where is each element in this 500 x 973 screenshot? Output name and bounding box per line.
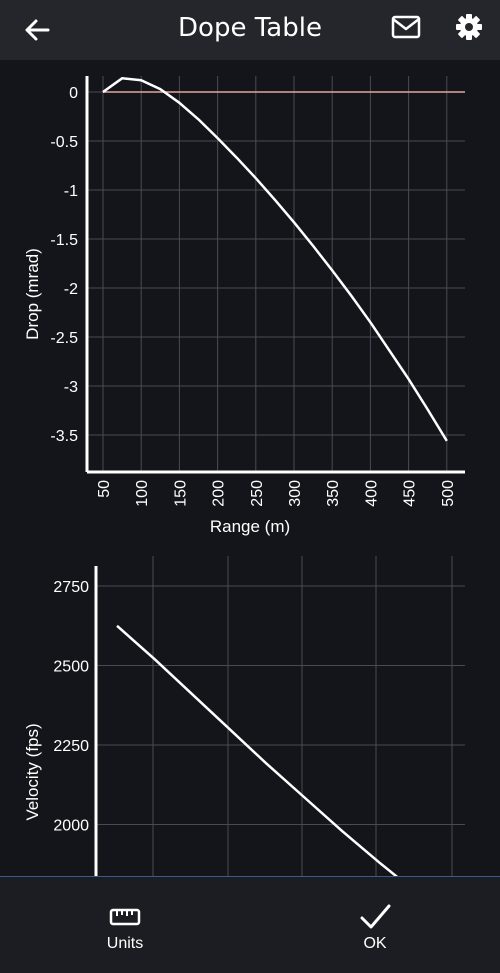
drop-chart-y-tick-label: -1.5: [50, 232, 78, 249]
drop-chart-y-tick-label: -1: [64, 183, 78, 200]
velocity-chart-y-tick-label: 2500: [53, 659, 89, 676]
drop-chart-y-tick-label: 0: [69, 85, 78, 102]
drop-chart-y-tick-label: -2: [64, 281, 78, 298]
velocity-chart-y-tick-label: 2750: [53, 579, 89, 596]
checkmark-icon: [360, 904, 391, 929]
drop-chart-y-tick-label: -0.5: [50, 134, 78, 151]
drop-chart: 0 -0.5 -1 -1.5 -2 -2.5 -3 -3.5 50 100 150 200 250 300…: [0, 62, 500, 542]
drop-chart-x-tick-label: 150: [172, 480, 189, 507]
ok-button[interactable]: OK: [315, 887, 435, 967]
settings-button[interactable]: [450, 8, 488, 46]
velocity-chart-y-tick-label: 2250: [53, 738, 89, 755]
velocity-chart-y-tick-label: 2000: [53, 818, 89, 835]
mail-button[interactable]: [386, 10, 426, 46]
drop-chart-y-tick-label: -2.5: [50, 330, 78, 347]
units-label: Units: [106, 935, 144, 952]
bottom-bar: Units OK: [0, 876, 500, 973]
drop-chart-series-line: [102, 77, 448, 442]
velocity-chart: 2750 2500 2250 2000 Velocity (fps): [0, 556, 500, 876]
drop-chart-y-tick-label: -3: [64, 379, 78, 396]
ruler-icon: [109, 908, 141, 926]
drop-chart-y-tick-label: -3.5: [50, 428, 78, 445]
drop-chart-x-tick-label: 300: [287, 480, 304, 507]
drop-chart-x-axis-label: Range (m): [210, 517, 290, 536]
drop-chart-x-tick-label: 500: [440, 480, 457, 507]
drop-chart-x-tick-label: 350: [325, 480, 342, 507]
drop-chart-y-axis-label: Drop (mrad): [23, 248, 42, 340]
drop-chart-x-tick-label: 250: [249, 480, 266, 507]
ok-label: OK: [363, 935, 387, 952]
drop-chart-x-tick-label: 400: [363, 480, 380, 507]
mail-icon: [391, 15, 421, 39]
gear-icon: [456, 14, 482, 40]
app-bar: Dope Table: [0, 0, 500, 60]
velocity-chart-y-axis-label: Velocity (fps): [23, 723, 42, 820]
drop-chart-x-tick-label: 100: [134, 480, 151, 507]
drop-chart-svg: 0 -0.5 -1 -1.5 -2 -2.5 -3 -3.5 50 100 150 200 250 300…: [23, 76, 465, 536]
units-button[interactable]: Units: [65, 887, 185, 967]
drop-chart-x-tick-label: 200: [211, 480, 228, 507]
drop-chart-x-tick-label: 50: [96, 480, 113, 498]
velocity-chart-series-line: [116, 624, 399, 876]
velocity-chart-svg: 2750 2500 2250 2000 Velocity (fps): [23, 556, 465, 876]
drop-chart-x-tick-label: 450: [402, 480, 419, 507]
